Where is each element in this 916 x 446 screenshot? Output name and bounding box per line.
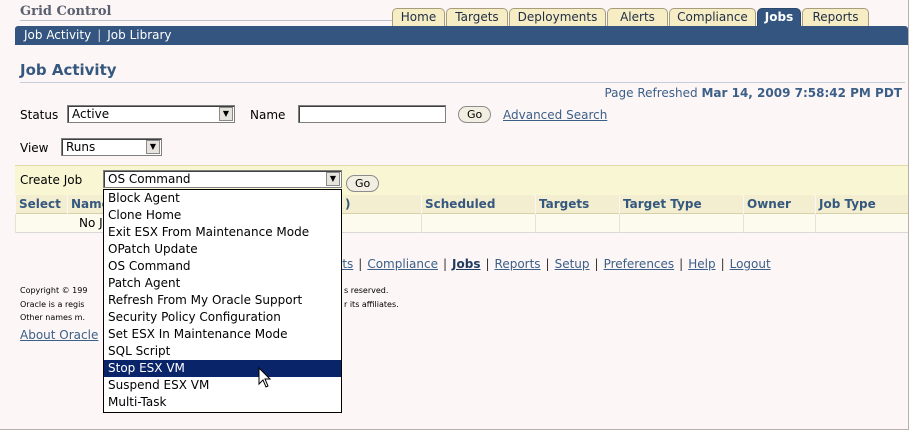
column-target-type[interactable]: Target Type	[619, 195, 743, 214]
about-oracle-link[interactable]: About Oracle	[20, 328, 98, 342]
chevron-down-icon[interactable]: ▼	[146, 140, 160, 154]
chevron-down-icon[interactable]: ▼	[326, 172, 340, 186]
footer-separator: |	[442, 257, 448, 271]
footer-link-help[interactable]: Help	[688, 257, 715, 271]
copyright-line: Other names m.	[20, 313, 85, 322]
advanced-search-link[interactable]: Advanced Search	[503, 108, 607, 122]
footer-link-setup[interactable]: Setup	[555, 257, 590, 271]
app-frame: Grid Control Home Targets Deployments Al…	[0, 0, 909, 430]
subnav-job-activity[interactable]: Job Activity	[24, 28, 91, 42]
status-select[interactable]: Active ▼	[67, 105, 235, 123]
create-job-dropdown-list[interactable]: Block Agent Clone Home Exit ESX From Mai…	[103, 189, 342, 413]
view-select[interactable]: Runs ▼	[61, 138, 162, 156]
dropdown-option[interactable]: Multi-Task	[104, 394, 341, 411]
copyright-line: Oracle is a regis	[20, 300, 85, 309]
view-label: View	[20, 141, 49, 155]
mouse-pointer-icon	[258, 367, 272, 388]
page-title: Job Activity	[20, 61, 117, 79]
column-job-type[interactable]: Job Type	[815, 195, 908, 214]
copyright-line: s reserved.	[344, 286, 389, 295]
table-cell	[535, 214, 619, 233]
footer-separator: |	[358, 257, 363, 271]
status-label: Status	[20, 108, 59, 122]
brand-logo: Grid Control	[20, 4, 112, 19]
chevron-down-icon[interactable]: ▼	[219, 107, 233, 121]
subnav-separator: |	[97, 28, 102, 42]
footer-link-logout[interactable]: Logout	[730, 257, 771, 271]
footer-separator: |	[679, 257, 684, 271]
footer-link-jobs[interactable]: Jobs	[452, 257, 480, 271]
tab-home[interactable]: Home	[392, 8, 445, 26]
dropdown-option[interactable]: Security Policy Configuration	[104, 309, 341, 326]
dropdown-option[interactable]: SQL Script	[104, 343, 341, 360]
copyright-line: Copyright © 199	[20, 286, 88, 295]
tab-reports[interactable]: Reports	[802, 8, 869, 26]
table-cell	[815, 214, 908, 233]
subnav-job-library[interactable]: Job Library	[107, 28, 171, 42]
tab-targets[interactable]: Targets	[446, 8, 508, 26]
create-job-label: Create Job	[20, 173, 83, 187]
dropdown-option[interactable]: Patch Agent	[104, 275, 341, 292]
tab-deployments[interactable]: Deployments	[509, 8, 606, 26]
create-job-select-value: OS Command	[108, 172, 191, 186]
footer-link-compliance[interactable]: Compliance	[367, 257, 438, 271]
column-scheduled[interactable]: Scheduled	[421, 195, 535, 214]
copyright-line: r its affiliates.	[344, 300, 399, 309]
brand-divider	[20, 20, 400, 21]
footer-separator: |	[545, 257, 550, 271]
sub-navigation: Job Activity | Job Library	[15, 26, 908, 45]
footer-separator: |	[720, 257, 725, 271]
column-status: )	[341, 195, 421, 214]
title-divider	[20, 82, 905, 83]
table-cell	[421, 214, 535, 233]
column-targets[interactable]: Targets	[535, 195, 619, 214]
dropdown-option[interactable]: Set ESX In Maintenance Mode	[104, 326, 341, 343]
footer-link-reports[interactable]: Reports	[495, 257, 541, 271]
empty-table-message: No Jo	[15, 214, 112, 233]
dropdown-option[interactable]: OPatch Update	[104, 241, 341, 258]
name-label: Name	[250, 108, 286, 122]
dropdown-option[interactable]: Exit ESX From Maintenance Mode	[104, 224, 341, 241]
name-input[interactable]	[298, 105, 446, 123]
refreshed-timestamp: Mar 14, 2009 7:58:42 PM PDT	[701, 86, 902, 100]
tab-jobs[interactable]: Jobs	[757, 8, 801, 26]
footer-link-preferences[interactable]: Preferences	[604, 257, 675, 271]
dropdown-option[interactable]: Block Agent	[104, 190, 341, 207]
create-job-select[interactable]: OS Command ▼	[103, 170, 342, 188]
tab-alerts[interactable]: Alerts	[607, 8, 668, 26]
dropdown-option[interactable]: Refresh From My Oracle Support	[104, 292, 341, 309]
view-select-value: Runs	[66, 140, 96, 154]
dropdown-option[interactable]: OS Command	[104, 258, 341, 275]
page-refreshed: Page Refreshed Mar 14, 2009 7:58:42 PM P…	[604, 86, 902, 100]
column-owner[interactable]: Owner	[743, 195, 815, 214]
table-cell	[743, 214, 815, 233]
dropdown-option[interactable]: Clone Home	[104, 207, 341, 224]
create-job-go-button[interactable]: Go	[346, 175, 380, 192]
refreshed-label: Page Refreshed	[604, 86, 698, 100]
dropdown-option-highlighted[interactable]: Stop ESX VM	[104, 360, 341, 377]
footer-links: erts|Compliance|Jobs|Reports|Setup|Prefe…	[330, 257, 771, 271]
footer-separator: |	[485, 257, 490, 271]
footer-separator: |	[594, 257, 599, 271]
table-cell	[619, 214, 743, 233]
search-go-button[interactable]: Go	[458, 106, 492, 123]
column-select: Select	[15, 195, 67, 214]
dropdown-option[interactable]: Suspend ESX VM	[104, 377, 341, 394]
status-select-value: Active	[72, 107, 110, 121]
tab-compliance[interactable]: Compliance	[669, 8, 756, 26]
